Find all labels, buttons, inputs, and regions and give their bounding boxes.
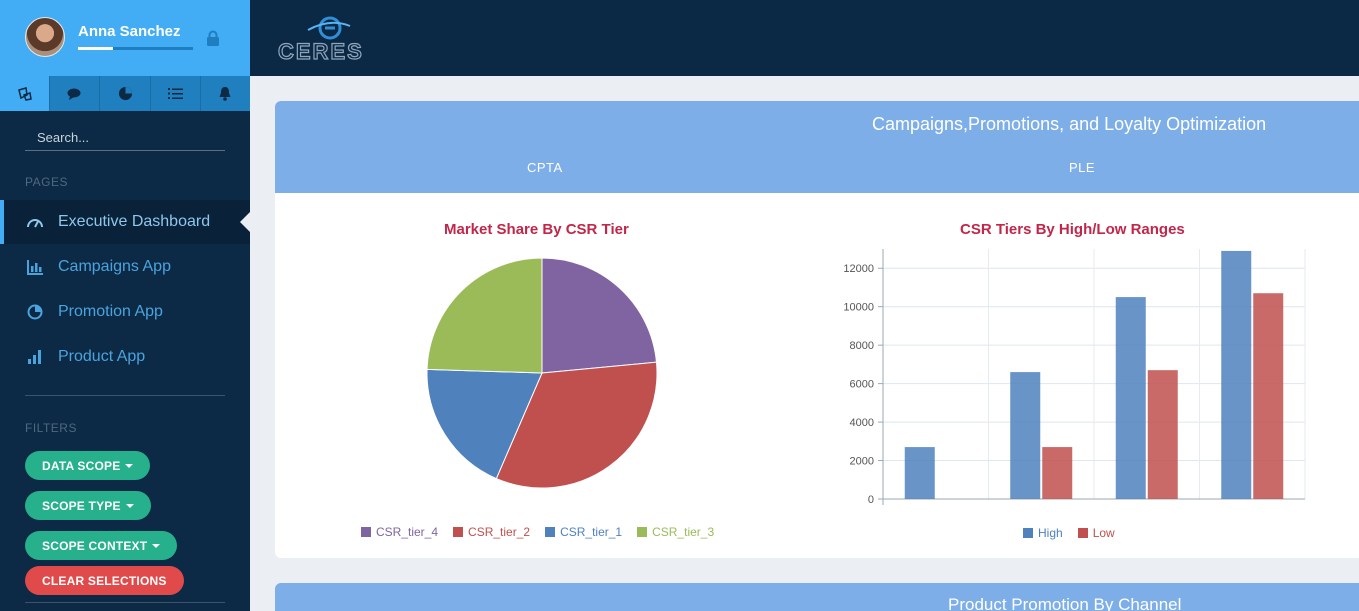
nav-label: Product App: [58, 348, 146, 365]
tab-chat[interactable]: [50, 76, 101, 111]
panel-title: Campaigns,Promotions, and Loyalty Optimi…: [872, 114, 1267, 134]
tab-ple[interactable]: PLE: [1069, 160, 1095, 175]
speedometer-icon: [27, 219, 43, 228]
bar-low[interactable]: [1042, 447, 1073, 499]
user-progress-bar: [78, 47, 193, 50]
sidebar-icon-tabs: [0, 76, 250, 111]
pie-slice-csr-tier-3[interactable]: [426, 257, 543, 374]
legend-swatch: [1077, 528, 1088, 538]
data-scope-label: DATA SCOPE: [42, 458, 121, 473]
dashboard-icon: [17, 86, 32, 101]
caret-down-icon: [152, 543, 161, 548]
filters-section-label: FILTERS: [25, 421, 77, 435]
data-scope-dropdown[interactable]: DATA SCOPE: [25, 451, 151, 480]
pages-section-label: PAGES: [25, 175, 68, 189]
search-box: [25, 124, 225, 151]
y-tick-label: 12000: [843, 263, 874, 275]
nav-campaigns-app[interactable]: Campaigns App: [0, 245, 250, 289]
bar-chart-icon: [27, 259, 43, 275]
legend-item[interactable]: CSR_tier_1: [545, 525, 622, 539]
legend-label: High: [1038, 526, 1063, 540]
csr-tiers-bar-chart: 0 2000 4000 6000 8000 10000 12000: [843, 249, 1306, 506]
divider: [25, 395, 225, 396]
legend-swatch: [637, 527, 648, 537]
pie-slice-csr-tier-4[interactable]: [541, 257, 658, 374]
pie-chart-icon: [27, 304, 43, 320]
scope-type-label: SCOPE TYPE: [42, 498, 121, 513]
panel2-title: Product Promotion By Channel: [948, 595, 1182, 611]
legend-item[interactable]: CSR_tier_2: [453, 525, 530, 539]
market-share-pie-chart: [426, 257, 658, 489]
logo-text: CERES: [278, 39, 364, 62]
bar-low[interactable]: [1147, 370, 1178, 499]
campaigns-panel: Campaigns,Promotions, and Loyalty Optimi…: [275, 101, 1359, 558]
legend-label: CSR_tier_4: [376, 525, 439, 539]
user-progress-fill: [78, 47, 113, 50]
search-input[interactable]: [25, 124, 225, 150]
legend-item[interactable]: High: [1023, 526, 1063, 540]
divider: [25, 602, 225, 603]
bar-chart-title: CSR Tiers By High/Low Ranges: [960, 221, 1185, 238]
pie-icon: [118, 86, 132, 101]
legend-swatch: [361, 527, 371, 537]
bar-high[interactable]: [1115, 297, 1146, 499]
y-tick-label: 6000: [850, 379, 874, 391]
pie-chart-title: Market Share By CSR Tier: [444, 221, 629, 238]
list-icon: [167, 88, 183, 99]
caret-down-icon: [125, 503, 134, 508]
ceres-logo[interactable]: CERES: [278, 14, 388, 62]
top-bar: CERES: [250, 0, 1359, 76]
legend-label: CSR_tier_3: [652, 525, 715, 539]
user-name: Anna Sanchez: [78, 23, 181, 40]
pie-legend: CSR_tier_4 CSR_tier_2 CSR_tier_1 CSR_tier_3: [361, 525, 729, 539]
nav-label: Executive Dashboard: [58, 213, 211, 230]
clear-selections-button[interactable]: CLEAR SELECTIONS: [25, 566, 184, 595]
y-tick-label: 8000: [850, 340, 874, 352]
legend-swatch: [545, 527, 556, 537]
profile-header: Anna Sanchez: [0, 0, 250, 76]
legend-label: CSR_tier_2: [468, 525, 531, 539]
y-tick-label: 2000: [850, 456, 874, 468]
tab-cpta[interactable]: CPTA: [527, 160, 563, 175]
nav-executive-dashboard[interactable]: Executive Dashboard: [0, 200, 250, 244]
clear-selections-label: CLEAR SELECTIONS: [42, 573, 167, 588]
scope-type-dropdown[interactable]: SCOPE TYPE: [25, 491, 151, 520]
signal-bars-icon: [28, 350, 41, 364]
avatar[interactable]: [25, 17, 65, 57]
caret-down-icon: [125, 463, 134, 468]
product-promotion-panel: Product Promotion By Channel: [275, 583, 1359, 611]
legend-swatch: [1023, 528, 1033, 538]
sidebar: Anna Sanchez Search... PAGES Executive D…: [0, 0, 250, 611]
tab-notifications[interactable]: [201, 76, 250, 111]
scope-context-dropdown[interactable]: SCOPE CONTEXT: [25, 531, 178, 560]
tab-dashboard[interactable]: [0, 76, 51, 111]
panel-header: Campaigns,Promotions, and Loyalty Optimi…: [275, 101, 1359, 193]
tab-pie[interactable]: [100, 76, 151, 111]
scope-context-label: SCOPE CONTEXT: [42, 538, 148, 553]
tab-list[interactable]: [151, 76, 201, 111]
bar-high[interactable]: [1221, 250, 1252, 499]
y-tick-label: 10000: [843, 302, 874, 314]
y-tick-label: 4000: [850, 417, 874, 429]
y-tick-label: 0: [868, 494, 874, 506]
nav-label: Promotion App: [58, 303, 163, 320]
legend-item[interactable]: Low: [1077, 526, 1115, 540]
bar-high[interactable]: [904, 447, 935, 499]
legend-item[interactable]: CSR_tier_3: [637, 525, 714, 539]
bar-low[interactable]: [1253, 293, 1284, 499]
bar-high[interactable]: [1010, 372, 1041, 499]
nav-label: Campaigns App: [58, 258, 171, 275]
legend-item[interactable]: CSR_tier_4: [361, 525, 438, 539]
nav-product-app[interactable]: Product App: [0, 335, 250, 379]
nav-promotion-app[interactable]: Promotion App: [0, 290, 250, 334]
bell-icon: [219, 87, 231, 101]
lock-icon[interactable]: [206, 30, 220, 46]
legend-label: CSR_tier_1: [560, 525, 623, 539]
active-indicator: [240, 212, 250, 232]
legend-swatch: [453, 527, 464, 537]
bar-legend: High Low: [1023, 526, 1130, 540]
legend-label: Low: [1092, 526, 1115, 540]
chat-icon: [67, 88, 81, 100]
